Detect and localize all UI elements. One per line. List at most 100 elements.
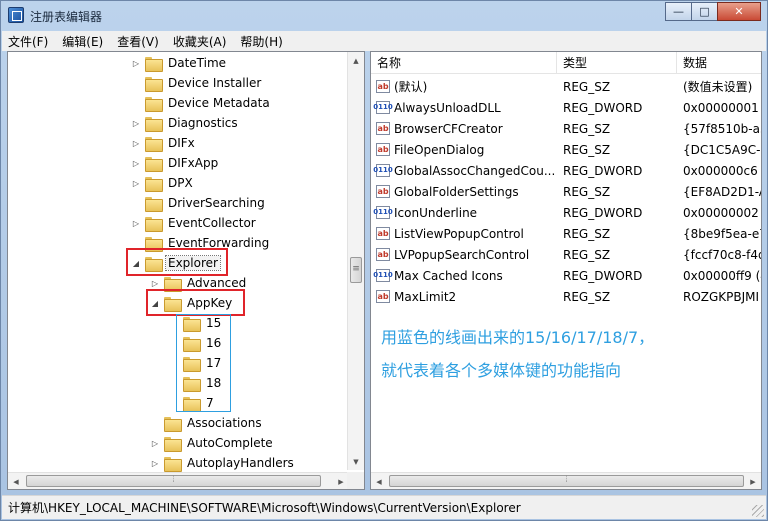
tree-node[interactable]: Associations [150, 413, 264, 433]
value-data: 0x00000ff9 (4 [683, 268, 762, 283]
tree-vertical-scrollbar[interactable]: ▲ ≡ ▼ [347, 52, 364, 470]
tree-node[interactable]: ▷ AutoComplete [150, 433, 275, 453]
dword-value-icon: 0110 [373, 206, 393, 219]
scroll-left-arrow-icon[interactable]: ◀ [8, 473, 24, 489]
value-data: {DC1C5A9C-E [683, 142, 762, 157]
scroll-up-arrow-icon[interactable]: ▲ [348, 52, 364, 69]
expand-triangle-icon[interactable]: ▷ [131, 179, 141, 188]
tree-node[interactable]: ▷ DIFxApp [131, 153, 220, 173]
value-row[interactable]: ab LVPopupSearchControl REG_SZ {fccf70c8-f4… [371, 244, 761, 265]
value-row[interactable]: 0110 IconUnderline REG_DWORD 0x00000002 ( [371, 202, 762, 223]
tree-node-label[interactable]: AutoComplete [185, 436, 275, 450]
folder-icon [145, 216, 163, 232]
value-data: {8be9f5ea-e7 [683, 226, 762, 241]
expand-triangle-icon[interactable]: ▷ [131, 59, 141, 68]
expand-triangle-icon[interactable]: ▷ [131, 139, 141, 148]
value-type: REG_SZ [563, 79, 611, 94]
tree-hscroll-thumb[interactable]: ⦙ [26, 475, 321, 487]
resize-grip-icon[interactable] [752, 505, 764, 517]
tree-vscroll-thumb[interactable]: ≡ [350, 257, 362, 283]
scroll-left-arrow-icon[interactable]: ◀ [371, 473, 387, 489]
value-row[interactable]: ab ListViewPopupControl REG_SZ {8be9f5ea-e7 [371, 223, 762, 244]
tree-node[interactable]: ▷ DPX [131, 173, 195, 193]
scroll-right-arrow-icon[interactable]: ▶ [745, 473, 761, 489]
tree-node[interactable]: ▷ DIFx [131, 133, 197, 153]
value-data: (数值未设置) [683, 80, 753, 94]
tree-node-label[interactable]: AutoplayHandlers [185, 456, 296, 470]
menu-edit[interactable]: 编辑(E) [62, 33, 103, 50]
tree-node-label[interactable]: DIFxApp [166, 156, 220, 170]
value-row[interactable]: ab MaxLimit2 REG_SZ ROZGKPBJMI [371, 286, 761, 307]
menu-favorites[interactable]: 收藏夹(A) [173, 33, 227, 50]
expand-triangle-icon[interactable]: ▷ [131, 159, 141, 168]
string-value-icon: ab [376, 80, 390, 93]
scroll-down-arrow-icon[interactable]: ▼ [348, 453, 364, 470]
value-data: {57f8510b-a5 [683, 121, 762, 136]
string-value-icon: ab [376, 227, 390, 240]
value-name: (默认) [394, 80, 428, 94]
tree-node-label[interactable]: Diagnostics [166, 116, 240, 130]
tree-node-label[interactable]: DriverSearching [166, 196, 267, 210]
folder-icon [164, 456, 182, 472]
expand-triangle-icon[interactable]: ▷ [150, 279, 160, 288]
value-data: 0x00000001 ( [683, 100, 762, 115]
folder-icon [145, 116, 163, 132]
expand-triangle-icon[interactable]: ▷ [150, 439, 160, 448]
tree-node[interactable]: ▷ DateTime [131, 53, 228, 73]
menu-view[interactable]: 查看(V) [117, 33, 159, 50]
dword-value-icon: 0110 [373, 164, 393, 177]
value-data: 0x00000002 ( [683, 205, 762, 220]
folder-icon [164, 436, 182, 452]
values-hscroll-thumb[interactable]: ⦙ [389, 475, 744, 487]
expand-triangle-icon[interactable]: ▷ [131, 119, 141, 128]
tree-node[interactable]: DriverSearching [131, 193, 267, 213]
regedit-window: 注册表编辑器 — □ ✕ 文件(F) 编辑(E) 查看(V) 收藏夹(A) 帮助… [0, 0, 768, 521]
close-button[interactable]: ✕ [717, 2, 761, 21]
tree-node-label[interactable]: DIFx [166, 136, 197, 150]
value-type: REG_SZ [563, 121, 611, 136]
value-name: LVPopupSearchControl [394, 247, 530, 262]
column-type[interactable]: 类型 [557, 52, 677, 74]
values-horizontal-scrollbar[interactable]: ◀ ⦙ ▶ [371, 472, 761, 489]
menu-help[interactable]: 帮助(H) [240, 33, 282, 50]
value-type: REG_SZ [563, 247, 611, 262]
tree-node-label[interactable]: DPX [166, 176, 195, 190]
window-title: 注册表编辑器 [30, 10, 103, 24]
column-name[interactable]: 名称 [371, 52, 557, 74]
expand-triangle-icon[interactable]: ▷ [150, 459, 160, 468]
tree-node[interactable]: ▷ AutoplayHandlers [150, 453, 296, 473]
tree-node-label[interactable]: EventCollector [166, 216, 258, 230]
folder-icon [145, 176, 163, 192]
value-name-cell: ab (默认) [371, 78, 557, 95]
tree-horizontal-scrollbar[interactable]: ◀ ⦙ ▶ [8, 472, 349, 489]
menu-file[interactable]: 文件(F) [8, 33, 48, 50]
value-row[interactable]: ab GlobalFolderSettings REG_SZ {EF8AD2D1-A [371, 181, 761, 202]
tree-node-label[interactable]: DateTime [166, 56, 228, 70]
maximize-button[interactable]: □ [691, 2, 718, 21]
string-value-icon: ab [376, 290, 390, 303]
value-row[interactable]: ab BrowserCFCreator REG_SZ {57f8510b-a5 [371, 118, 762, 139]
string-value-icon: ab [376, 185, 390, 198]
value-name-cell: ab GlobalFolderSettings [371, 185, 557, 199]
value-row[interactable]: ab FileOpenDialog REG_SZ {DC1C5A9C-E [371, 139, 762, 160]
value-row[interactable]: 0110 GlobalAssocChangedCou... REG_DWORD 0x0… [371, 160, 761, 181]
tree-node[interactable]: Device Installer [131, 73, 263, 93]
tree-node[interactable]: ▷ Diagnostics [131, 113, 240, 133]
tree-node-label[interactable]: Device Metadata [166, 96, 272, 110]
value-name: ListViewPopupControl [394, 226, 524, 241]
expand-triangle-icon[interactable]: ▷ [131, 219, 141, 228]
tree-node-label[interactable]: Device Installer [166, 76, 263, 90]
tree-node[interactable]: ▷ EventCollector [131, 213, 258, 233]
value-row[interactable]: 0110 AlwaysUnloadDLL REG_DWORD 0x00000001 ( [371, 97, 762, 118]
value-type: REG_DWORD [563, 163, 643, 178]
tree-node-label[interactable]: Associations [185, 416, 264, 430]
title-bar[interactable]: 注册表编辑器 — □ ✕ [1, 1, 767, 31]
tree-node-label[interactable]: Advanced [185, 276, 248, 290]
value-row[interactable]: ab (默认) REG_SZ (数值未设置) [371, 76, 761, 97]
appkey-highlight-box [146, 289, 245, 316]
tree-node[interactable]: Device Metadata [131, 93, 272, 113]
column-data[interactable]: 数据 [677, 52, 761, 74]
value-row[interactable]: 0110 Max Cached Icons REG_DWORD 0x00000ff9 … [371, 265, 762, 286]
minimize-button[interactable]: — [665, 2, 692, 21]
value-name: IconUnderline [394, 205, 478, 220]
